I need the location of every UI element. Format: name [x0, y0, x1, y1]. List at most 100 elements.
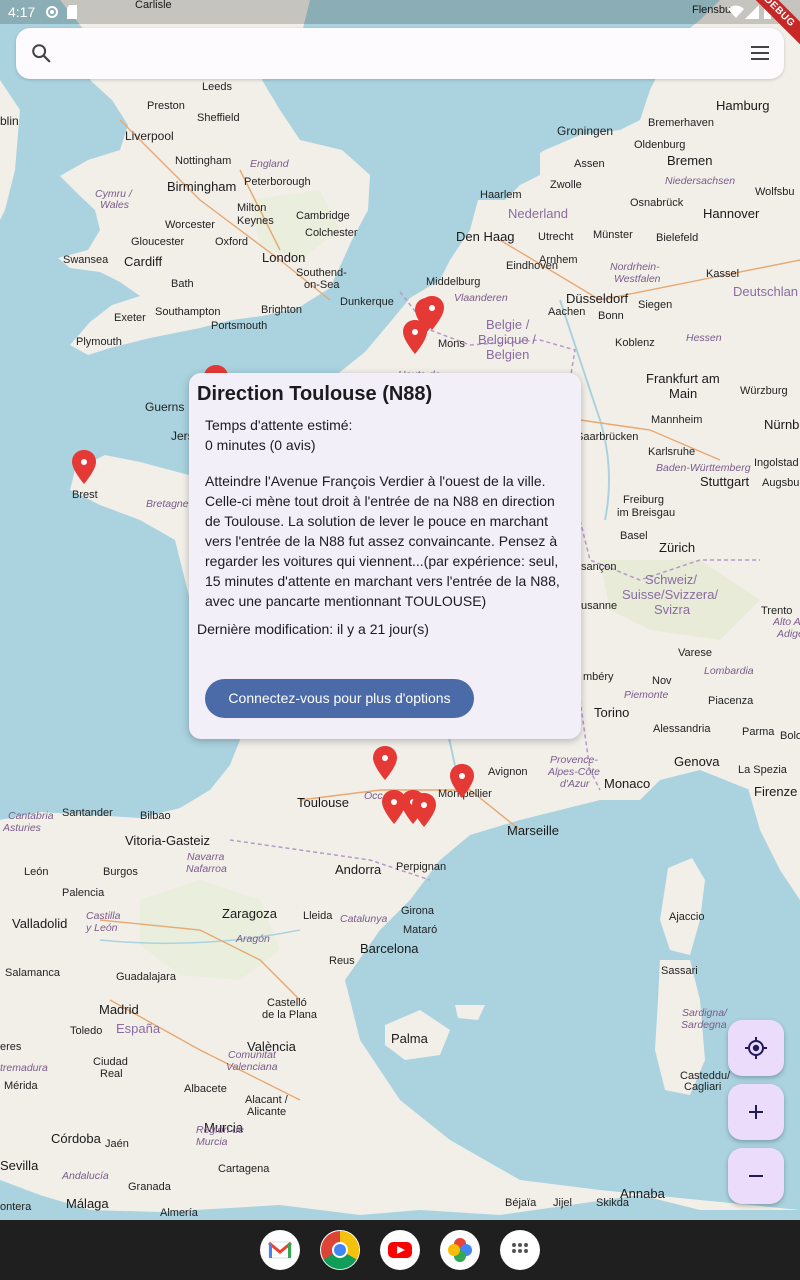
map-label: Occ — [364, 790, 383, 802]
chrome-icon — [321, 1231, 360, 1270]
map-label: eres — [0, 1041, 22, 1053]
map-label: España — [116, 1021, 161, 1036]
map-label: Alacant / — [245, 1094, 288, 1106]
map-label: Mannheim — [651, 414, 703, 426]
map-label: Düsseldorf — [566, 291, 629, 306]
map-label: Nottingham — [175, 155, 232, 167]
map-label: Brest — [72, 489, 98, 501]
map-label: Andorra — [335, 862, 382, 877]
map-label: Provence- — [550, 754, 598, 766]
hitchhiking-spot-marker[interactable] — [373, 746, 397, 780]
youtube-icon — [388, 1242, 412, 1258]
hitchhiking-spot-marker[interactable] — [450, 764, 474, 798]
hitchhiking-spot-marker[interactable] — [420, 296, 444, 330]
map-label: Parma — [742, 726, 775, 738]
last-modified: Dernière modification: il y a 21 jour(s) — [197, 621, 429, 637]
map-label: Madrid — [99, 1002, 139, 1017]
map-label: Palencia — [62, 887, 105, 899]
map-label: Cymru / — [95, 188, 132, 200]
hitchhiking-spot-marker[interactable] — [412, 793, 436, 827]
map-label: Assen — [574, 158, 605, 170]
map-label: tremadura — [0, 1062, 48, 1074]
map-label: Colchester — [305, 227, 358, 239]
chrome-app[interactable] — [320, 1230, 360, 1270]
map-label: Plymouth — [76, 336, 122, 348]
map-label: Belgique / — [478, 332, 536, 347]
map-label: Navarra — [187, 851, 225, 863]
map-label: Sevilla — [0, 1158, 39, 1173]
map-label: Oxford — [215, 236, 249, 248]
map-label: Niedersachsen — [665, 175, 736, 187]
zoom-out-button[interactable] — [728, 1148, 784, 1204]
app-drawer[interactable] — [500, 1230, 540, 1270]
map-label: Zürich — [659, 540, 696, 555]
map-label: Bretagne — [146, 498, 189, 510]
map-label: Hamburg — [716, 98, 770, 113]
map-label: Adige — [777, 628, 800, 640]
my-location-button[interactable] — [728, 1020, 784, 1076]
gmail-app[interactable] — [260, 1230, 300, 1270]
map-label: Casteddu/ — [680, 1070, 731, 1082]
search-bar[interactable] — [16, 28, 784, 79]
map-label: usanne — [581, 600, 618, 612]
map-label: de la Plana — [262, 1009, 318, 1021]
map-label: Karlsruhe — [648, 446, 696, 458]
map-label: Freiburg — [623, 494, 664, 506]
map-label: Haarlem — [480, 189, 522, 201]
youtube-app[interactable] — [380, 1230, 420, 1270]
map-label: Baden-Württemberg — [656, 462, 751, 474]
map-label: Preston — [147, 100, 185, 112]
map-label: Keynes — [237, 215, 274, 227]
spot-description: Atteindre l'Avenue François Verdier à l'… — [205, 473, 560, 609]
map-label: Aragón — [236, 933, 270, 945]
menu-icon[interactable] — [748, 41, 772, 65]
map-label: Groningen — [557, 124, 614, 138]
map-label: Perpignan — [396, 861, 447, 873]
map-label: Belgien — [486, 347, 530, 362]
map-label: Barcelona — [360, 941, 419, 956]
map-label: Monaco — [604, 776, 651, 791]
map-label: Lleida — [303, 910, 333, 922]
map-label: Palma — [391, 1031, 428, 1046]
map-label: Westfalen — [614, 273, 661, 285]
search-icon[interactable] — [30, 42, 52, 64]
map-label: blin — [0, 114, 19, 128]
map-label: Castilla — [86, 910, 121, 922]
map-label: Cartagena — [218, 1163, 270, 1175]
map-label: Torino — [594, 705, 630, 720]
photos-app[interactable] — [440, 1230, 480, 1270]
popup-title: Direction Toulouse (N88) — [197, 383, 433, 405]
map-label: Augsburg — [762, 477, 800, 489]
map-label: Béjaïa — [505, 1197, 537, 1209]
map-label: Alicante — [247, 1106, 287, 1118]
map-label: Gloucester — [131, 236, 185, 248]
map-label: Murcia — [196, 1136, 228, 1148]
search-input[interactable] — [68, 38, 728, 69]
map-label: Avignon — [488, 766, 528, 778]
login-for-options-button[interactable]: Connectez-vous pour plus d'options — [205, 679, 474, 718]
map-label: León — [24, 866, 49, 878]
map-label: Toulouse — [297, 795, 350, 810]
map-label: Asturies — [3, 822, 41, 834]
map-label: Zwolle — [550, 179, 582, 191]
apps-grid-icon — [512, 1243, 528, 1253]
map-label: Stuttgart — [700, 474, 750, 489]
map-label: Belgie / — [486, 317, 530, 332]
map-label: Reus — [329, 955, 355, 967]
zoom-in-button[interactable] — [728, 1084, 784, 1140]
status-time: 4:17 — [8, 4, 36, 20]
map-label: Hessen — [686, 332, 722, 344]
map-label: Deutschlan — [733, 284, 799, 299]
hitchhiking-spot-marker[interactable] — [72, 450, 96, 484]
map-label: Ajaccio — [669, 911, 705, 923]
map-label: Región de — [196, 1124, 244, 1136]
map-label: Frankfurt am — [646, 371, 720, 386]
map-label: Santander — [62, 807, 113, 819]
map-label: Basel — [620, 530, 648, 542]
map-label: Dunkerque — [340, 296, 394, 308]
map-label: Suisse/Svizzera/ — [622, 587, 719, 602]
map-label: Bolo — [780, 730, 800, 742]
map-label: Valenciana — [226, 1061, 278, 1073]
map-label: Burgos — [103, 866, 138, 878]
map-label: Middelburg — [426, 276, 481, 288]
